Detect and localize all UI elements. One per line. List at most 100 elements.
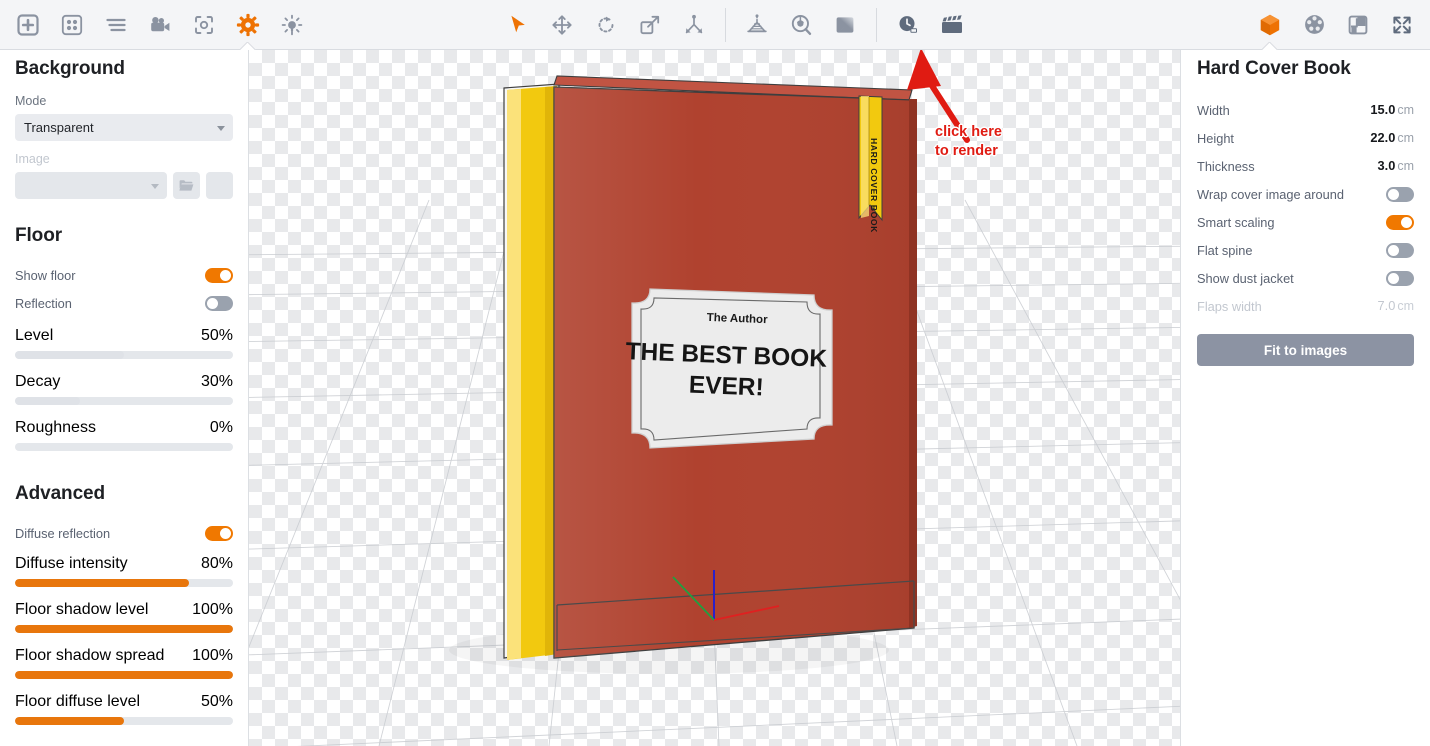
floor-shadow-level-slider[interactable] <box>15 625 233 633</box>
background-image-row <box>15 172 233 199</box>
toolbar-left-group <box>0 0 314 50</box>
smart-scaling-label: Smart scaling <box>1197 214 1275 230</box>
add-icon[interactable] <box>11 8 45 42</box>
width-label: Width <box>1197 102 1230 118</box>
diffuse-reflection-label: Diffuse reflection <box>15 525 111 541</box>
diffuse-intensity-slider[interactable] <box>15 579 233 587</box>
background-mode-value: Transparent <box>24 120 94 135</box>
flaps-width-unit: cm <box>1397 299 1414 313</box>
decay-slider[interactable] <box>15 397 233 405</box>
floor-diffuse-level-value: 50 <box>200 693 219 710</box>
toolbar-separator <box>725 7 726 42</box>
flaps-width-label: Flaps width <box>1197 298 1262 314</box>
page-curl-icon[interactable] <box>1341 8 1375 42</box>
floor-shadow-spread-slider[interactable] <box>15 671 233 679</box>
smart-scaling-row: Smart scaling <box>1197 208 1414 236</box>
flaps-width-row: Flaps width 7.0 cm <box>1197 292 1414 320</box>
roughness-value: 0 <box>209 419 219 436</box>
diffuse-reflection-row: Diffuse reflection <box>15 519 233 547</box>
list-menu-icon[interactable] <box>99 8 133 42</box>
level-label: Level <box>15 327 54 344</box>
floor-diffuse-level-unit: % <box>218 693 233 710</box>
reflection-row: Reflection <box>15 289 233 317</box>
show-dust-jacket-row: Show dust jacket <box>1197 264 1414 292</box>
chevron-down-icon <box>217 125 225 131</box>
decay-value: 30 <box>200 373 219 390</box>
thickness-row[interactable]: Thickness 3.0 cm <box>1197 152 1414 180</box>
book-title-line2: EVER! <box>688 372 764 402</box>
flaps-width-value: 7.0 <box>1377 298 1396 313</box>
wrap-cover-toggle[interactable] <box>1386 186 1414 202</box>
grid-layout-icon[interactable] <box>55 8 89 42</box>
environment-icon[interactable] <box>784 8 818 42</box>
background-section-title: Background <box>15 58 125 79</box>
fullscreen-icon[interactable] <box>1385 8 1419 42</box>
height-value: 22.0 <box>1370 130 1396 145</box>
book-cover-label: The Author THE BEST BOOK EVER! <box>625 288 833 449</box>
move-icon[interactable] <box>545 8 579 42</box>
book-ribbon: HARD COVER BOOK <box>858 95 883 233</box>
background-mode-select[interactable]: Transparent <box>15 114 233 141</box>
wrap-cover-label: Wrap cover image around <box>1197 186 1345 202</box>
floor-diffuse-level-slider[interactable] <box>15 717 233 725</box>
gear-icon[interactable] <box>231 8 265 42</box>
distribute-icon[interactable] <box>677 8 711 42</box>
diffuse-reflection-toggle[interactable] <box>205 525 233 541</box>
decay-slider-group: Decay 30% <box>15 369 233 405</box>
cube-3d-icon[interactable] <box>1253 8 1287 42</box>
reflection-toggle[interactable] <box>205 295 233 311</box>
show-dust-jacket-toggle[interactable] <box>1386 270 1414 286</box>
book-spine-edge <box>909 99 917 628</box>
chevron-down-icon <box>151 183 159 189</box>
show-dust-jacket-label: Show dust jacket <box>1197 270 1294 286</box>
decay-label: Decay <box>15 373 61 390</box>
active-tab-caret <box>240 42 256 50</box>
show-floor-label: Show floor <box>15 267 76 283</box>
level-slider[interactable] <box>15 351 233 359</box>
thickness-unit: cm <box>1397 159 1414 173</box>
width-row[interactable]: Width 15.0 cm <box>1197 96 1414 124</box>
flat-spine-toggle[interactable] <box>1386 242 1414 258</box>
level-value: 50 <box>200 327 219 344</box>
fit-to-images-button[interactable]: Fit to images <box>1197 334 1414 366</box>
diffuse-intensity-unit: % <box>218 555 233 572</box>
book-page-edge-highlight <box>507 89 521 660</box>
shadow-icon[interactable] <box>828 8 862 42</box>
diffuse-intensity-slider-group: Diffuse intensity 80% <box>15 551 233 587</box>
floor-shadow-level-value: 100 <box>192 601 219 618</box>
roughness-slider[interactable] <box>15 443 233 451</box>
snapshot-icon[interactable] <box>187 8 221 42</box>
smart-scaling-toggle[interactable] <box>1386 214 1414 230</box>
scene-3d: HARD COVER BOOK The Author THE BEST BOOK… <box>249 50 1180 746</box>
quick-render-icon[interactable] <box>891 8 925 42</box>
light-bulb-icon[interactable] <box>275 8 309 42</box>
wrap-cover-row: Wrap cover image around <box>1197 180 1414 208</box>
roughness-slider-group: Roughness 0% <box>15 415 233 451</box>
clapperboard-render-icon[interactable] <box>935 8 969 42</box>
cursor-select-icon[interactable] <box>501 8 535 42</box>
advanced-section-title: Advanced <box>15 483 106 504</box>
height-row[interactable]: Height 22.0 cm <box>1197 124 1414 152</box>
roughness-label: Roughness <box>15 419 96 436</box>
level-slider-group: Level 50% <box>15 323 233 359</box>
scale-icon[interactable] <box>633 8 667 42</box>
thickness-label: Thickness <box>1197 158 1255 174</box>
sphere-material-icon[interactable] <box>1297 8 1331 42</box>
viewport-3d[interactable]: HARD COVER BOOK The Author THE BEST BOOK… <box>249 50 1180 746</box>
floor-shadow-spread-unit: % <box>218 647 233 664</box>
reflection-label: Reflection <box>15 295 72 311</box>
show-floor-toggle[interactable] <box>205 267 233 283</box>
left-settings-panel: Background Mode Transparent Image Floor <box>0 50 249 746</box>
perspective-icon[interactable] <box>740 8 774 42</box>
rotate-icon[interactable] <box>589 8 623 42</box>
width-value: 15.0 <box>1370 102 1396 117</box>
toolbar-separator <box>876 7 877 42</box>
camera-video-icon[interactable] <box>143 8 177 42</box>
blank-icon[interactable] <box>206 172 233 199</box>
diffuse-intensity-value: 80 <box>200 555 219 572</box>
folder-open-icon[interactable] <box>173 172 200 199</box>
level-unit: % <box>218 327 233 344</box>
floor-shadow-level-slider-group: Floor shadow level 100% <box>15 597 233 633</box>
background-image-select[interactable] <box>15 172 167 199</box>
right-object-panel: Hard Cover Book Width 15.0 cm Height 22.0… <box>1180 50 1430 746</box>
